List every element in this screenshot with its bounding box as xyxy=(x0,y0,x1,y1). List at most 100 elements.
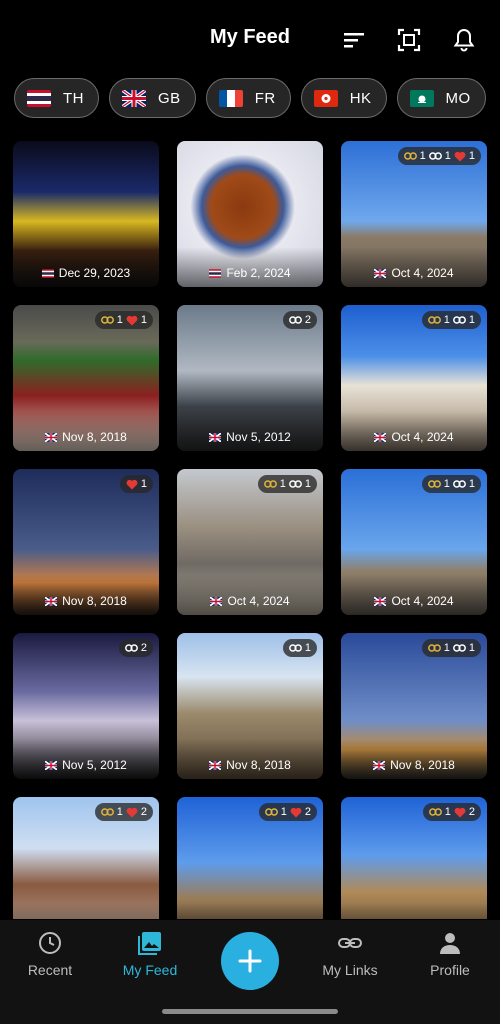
uk-flag-icon xyxy=(45,432,58,442)
photo-date-text: Nov 8, 2018 xyxy=(390,758,455,772)
add-photo-button[interactable] xyxy=(221,932,279,990)
photo-card[interactable]: 12 xyxy=(177,797,323,919)
app-header: My Feed xyxy=(0,0,500,80)
heart-icon xyxy=(126,315,138,325)
filter-chip-label: HK xyxy=(349,89,372,107)
uk-flag-icon xyxy=(374,268,387,278)
badge-count: 2 xyxy=(140,642,147,654)
badge-count: 2 xyxy=(140,806,147,818)
photo-date-text: Feb 2, 2024 xyxy=(226,266,291,280)
link-count-badge: 2 xyxy=(118,639,153,657)
tab-recent[interactable]: Recent xyxy=(5,930,95,978)
link-count-badge: 11 xyxy=(421,311,481,329)
clock-icon xyxy=(39,932,61,954)
link-count-badge: 12 xyxy=(258,803,317,821)
badge-count: 2 xyxy=(468,806,475,818)
photo-date-text: Nov 5, 2012 xyxy=(62,758,127,772)
badge-count: 1 xyxy=(443,478,450,490)
photo-card[interactable]: 12 xyxy=(341,797,487,919)
filter-chip-mo[interactable]: MO xyxy=(396,78,486,118)
heart-icon xyxy=(126,479,138,489)
filter-chip-gb[interactable]: GB xyxy=(109,78,196,118)
link-count-badge: 2 xyxy=(282,311,317,329)
thailand-flag-icon xyxy=(41,268,54,278)
uk-flag-icon xyxy=(374,432,387,442)
uk-flag-icon xyxy=(122,89,146,107)
photo-date-text: Oct 4, 2024 xyxy=(227,594,290,608)
photo-date: Nov 8, 2018 xyxy=(13,594,159,608)
photo-date: Oct 4, 2024 xyxy=(341,266,487,280)
photo-card[interactable]: 1 Nov 8, 2018 xyxy=(13,469,159,615)
photo-date: Nov 8, 2018 xyxy=(177,758,323,772)
photo-date: Nov 8, 2018 xyxy=(13,430,159,444)
uk-flag-icon xyxy=(209,432,222,442)
filter-chip-hk[interactable]: HK xyxy=(300,78,387,118)
photo-date-text: Nov 8, 2018 xyxy=(62,430,127,444)
filter-chip-th[interactable]: TH xyxy=(14,78,99,118)
photo-card[interactable]: Dec 29, 2023 xyxy=(13,141,159,287)
photo-card[interactable]: 2 Nov 5, 2012 xyxy=(13,633,159,779)
badge-count: 1 xyxy=(304,478,311,490)
link-count-badge: 11 xyxy=(257,475,317,493)
photo-card[interactable]: 1 1 Oct 4, 2024 xyxy=(341,469,487,615)
tab-profile[interactable]: Profile xyxy=(405,930,495,978)
heart-icon xyxy=(454,807,466,817)
link-count-badge: 12 xyxy=(94,803,153,821)
photo-card[interactable]: Feb 2, 2024 xyxy=(177,141,323,287)
gallery-icon xyxy=(138,932,161,955)
photo-date: Nov 5, 2012 xyxy=(13,758,159,772)
bell-icon[interactable] xyxy=(450,26,478,54)
photo-card[interactable]: 12 xyxy=(13,797,159,919)
photo-grid: Dec 29, 2023 Feb 2, 2024 1 1 1 Oct 4, 2024 1 1 N… xyxy=(13,141,487,919)
badge-count: 1 xyxy=(468,478,475,490)
filter-chip-fr[interactable]: FR xyxy=(205,78,291,118)
gold-link-icon xyxy=(264,808,278,816)
badge-count: 1 xyxy=(279,478,286,490)
photo-card[interactable]: 1 1 Oct 4, 2024 xyxy=(177,469,323,615)
link-count-badge: 12 xyxy=(422,803,481,821)
filter-chip-label: FR xyxy=(254,89,276,107)
gold-link-icon xyxy=(427,316,441,324)
photo-date-text: Dec 29, 2023 xyxy=(58,266,131,280)
badge-count: 1 xyxy=(444,150,451,162)
uk-flag-icon xyxy=(45,596,58,606)
uk-flag-icon xyxy=(374,596,387,606)
tab-label: Profile xyxy=(430,962,470,978)
tab-label: Recent xyxy=(27,962,73,978)
photo-card[interactable]: 1 1 Oct 4, 2024 xyxy=(341,305,487,451)
photo-date: Nov 8, 2018 xyxy=(341,758,487,772)
badge-count: 2 xyxy=(304,806,311,818)
photo-date-text: Oct 4, 2024 xyxy=(391,430,454,444)
badge-count: 1 xyxy=(419,150,426,162)
sort-icon[interactable] xyxy=(340,26,368,54)
filter-chip-label: MO xyxy=(445,89,471,107)
link-count-badge: 11 xyxy=(421,639,481,657)
photo-card[interactable]: 1 1 Nov 8, 2018 xyxy=(341,633,487,779)
photo-card[interactable]: 1 1 1 Oct 4, 2024 xyxy=(341,141,487,287)
photo-date: Oct 4, 2024 xyxy=(341,594,487,608)
photo-date-text: Nov 5, 2012 xyxy=(226,430,291,444)
link-count-badge: 11 xyxy=(421,475,481,493)
photo-date: Oct 4, 2024 xyxy=(341,430,487,444)
photo-card[interactable]: 1 1 Nov 8, 2018 xyxy=(13,305,159,451)
badge-count: 1 xyxy=(116,314,123,326)
gold-link-icon xyxy=(427,480,441,488)
photo-date: Nov 5, 2012 xyxy=(177,430,323,444)
badge-count: 1 xyxy=(304,642,311,654)
gold-link-icon xyxy=(100,808,114,816)
link-count-badge: 1 1 1 xyxy=(397,147,481,165)
badge-count: 1 xyxy=(468,314,475,326)
photo-card[interactable]: 1 Nov 8, 2018 xyxy=(177,633,323,779)
tab-my-links[interactable]: My Links xyxy=(305,930,395,978)
plus-icon xyxy=(238,949,262,973)
gold-link-icon xyxy=(100,316,114,324)
gold-link-icon xyxy=(403,152,417,160)
photo-date-text: Nov 8, 2018 xyxy=(62,594,127,608)
tab-my-feed[interactable]: My Feed xyxy=(105,930,195,978)
thailand-flag-icon xyxy=(27,89,51,107)
country-filter-bar: TH GB FR HK MO xyxy=(14,78,486,122)
photo-card[interactable]: 2 Nov 5, 2012 xyxy=(177,305,323,451)
heart-icon xyxy=(454,151,466,161)
focus-frame-icon[interactable] xyxy=(395,26,423,54)
badge-count: 1 xyxy=(444,806,451,818)
